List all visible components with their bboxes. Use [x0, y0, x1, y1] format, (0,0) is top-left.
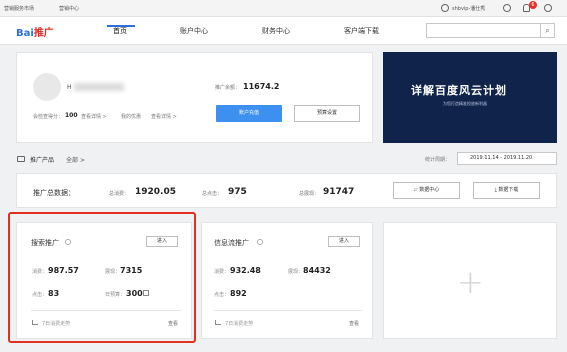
nav-finance-center[interactable]: 财务中心	[262, 26, 290, 36]
search-icon[interactable]: ⌕	[540, 23, 555, 38]
link-marketing-market[interactable]: 营销服务市场	[4, 5, 34, 12]
nav-account-center[interactable]: 账户中心	[180, 26, 208, 36]
feed-promo-card: 信息流推广 进入 消费： 932.48 展现： 84432 点击： 892 7日…	[201, 222, 373, 339]
banner-title: 详解百度风云计划	[411, 84, 507, 97]
totals-card: 推广总数据： 总消费： 1920.05 总点击： 975 总展现： 91747 …	[16, 173, 557, 208]
avatar	[33, 73, 61, 101]
balance-label: 推广余额：	[215, 85, 241, 91]
data-download-button[interactable]: ⤓ 数据下载	[473, 182, 540, 199]
search-input[interactable]	[426, 23, 542, 38]
data-center-button[interactable]: ▱ 数据中心	[393, 182, 460, 199]
total-show-value: 91747	[323, 187, 355, 197]
promo-banner[interactable]: 详解百度风云计划 为您打造精准投放新利器	[383, 52, 557, 143]
blurred-username	[74, 83, 124, 91]
top-bar: 营销服务市场 营销中心 shbvip-潘仕秀 6	[0, 0, 567, 17]
trend-icon	[215, 320, 221, 325]
total-click-value: 975	[228, 187, 247, 197]
info-icon[interactable]	[257, 239, 263, 245]
feed-promo-title: 信息流推广	[214, 239, 249, 247]
link-marketing-center[interactable]: 营销中心	[59, 5, 79, 12]
message-icon[interactable]	[503, 4, 511, 12]
nav-home[interactable]: 首页	[113, 26, 127, 36]
total-consume-value: 1920.05	[135, 187, 176, 197]
user-icon	[441, 4, 449, 12]
products-filter[interactable]: 全部 >	[66, 155, 85, 164]
feed-trend-label: 7日消费走势	[225, 321, 254, 327]
feed-show-value: 84432	[303, 266, 331, 275]
total-data-label: 推广总数据：	[33, 189, 75, 197]
feed-click-value: 892	[230, 289, 247, 298]
date-range-picker[interactable]: 2019.11.14 - 2019.11.20	[457, 152, 557, 165]
feed-consume-label: 消费：	[214, 269, 230, 275]
nav-client-download[interactable]: 客户端下载	[344, 26, 379, 36]
help-icon[interactable]	[544, 4, 552, 12]
account-card: H 会检查得分： 100 查看详情 > 我的优惠 查看详情 > 推广余额： 11…	[16, 52, 373, 143]
score-label: 会检查得分：	[33, 114, 64, 120]
feed-click-label: 点击：	[214, 292, 230, 298]
username[interactable]: shbvip-潘仕秀	[452, 5, 485, 12]
products-title: 推广产品	[30, 157, 55, 164]
nav-active-indicator	[107, 25, 135, 27]
feed-show-label: 展现：	[288, 269, 304, 275]
date-range-label: 统计周期：	[425, 157, 451, 163]
total-consume-label: 总消费：	[109, 191, 130, 197]
user-initial: H	[67, 84, 72, 91]
feed-view-link[interactable]: 查看	[349, 320, 359, 327]
add-product-card[interactable]: +	[383, 222, 557, 339]
total-click-label: 总点击：	[202, 191, 223, 197]
budget-settings-button[interactable]: 预算设置	[294, 105, 360, 122]
add-icon[interactable]: +	[457, 263, 484, 301]
divider	[214, 310, 362, 311]
banner-subtitle: 为您打造精准投放新利器	[443, 101, 487, 106]
baidu-logo[interactable]: Bai推广	[16, 24, 54, 39]
recharge-button[interactable]: 账户充值	[216, 105, 282, 122]
feed-promo-enter-button[interactable]: 进入	[328, 236, 360, 247]
benefits-details-link[interactable]: 查看详情 >	[151, 113, 177, 120]
notification-badge: 6	[529, 1, 537, 9]
feed-consume-value: 932.48	[230, 266, 261, 275]
score-details-link[interactable]: 查看详情 >	[81, 113, 107, 120]
product-icon	[17, 156, 25, 162]
balance-value: 11674.2	[243, 82, 280, 91]
highlight-box	[8, 212, 196, 343]
my-benefits-label: 我的优惠	[121, 114, 142, 120]
total-show-label: 总展现：	[299, 191, 320, 197]
score-value: 100	[65, 112, 78, 119]
